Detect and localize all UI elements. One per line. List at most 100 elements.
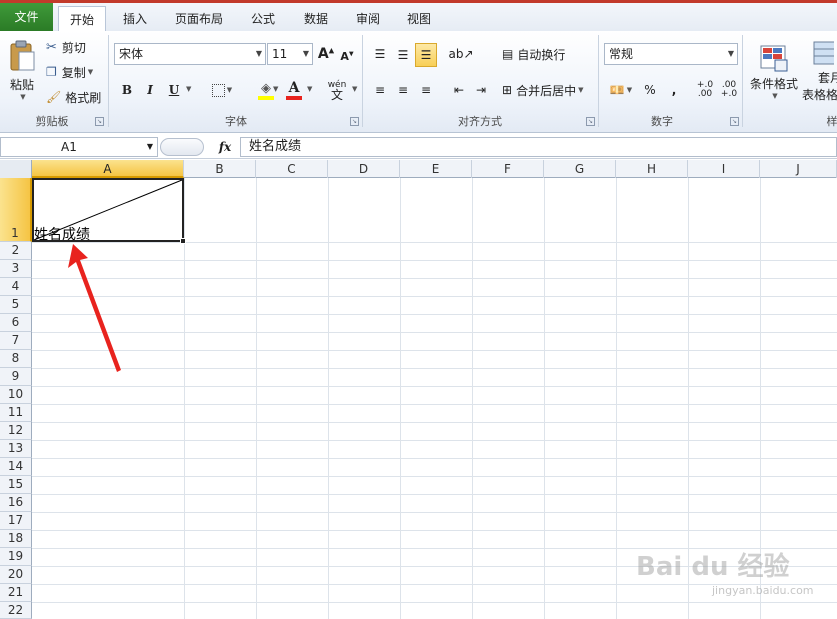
formula-bar-resize-handle[interactable] <box>160 138 204 156</box>
align-right-button[interactable]: ≡ <box>416 79 436 101</box>
row-header-2[interactable]: 2 <box>0 242 32 260</box>
align-bottom-button[interactable]: ☰ <box>415 43 437 67</box>
phonetic-button[interactable]: wén 文 <box>325 77 349 103</box>
cut-button[interactable]: ✂ 剪切 <box>46 37 86 57</box>
fill-handle[interactable] <box>180 238 186 244</box>
row-header-11[interactable]: 11 <box>0 404 32 422</box>
row-header-16[interactable]: 16 <box>0 494 32 512</box>
tab-formulas[interactable]: 公式 <box>240 6 286 32</box>
scissors-icon: ✂ <box>46 39 57 55</box>
increase-indent-button[interactable]: ⇥ <box>471 79 491 101</box>
align-center-button[interactable]: ≡ <box>393 79 413 101</box>
tab-view[interactable]: 视图 <box>396 6 442 32</box>
phonetic-dropdown-icon[interactable]: ▼ <box>352 85 357 93</box>
fill-color-dropdown-icon[interactable]: ▼ <box>273 85 278 93</box>
merge-center-button[interactable]: ⊞ 合并后居中 ▼ <box>502 79 583 101</box>
copy-button[interactable]: ❐ 复制 ▼ <box>46 62 93 82</box>
format-painter-button[interactable]: 🖌 格式刷 <box>46 87 101 107</box>
name-box-value: A1 <box>61 140 77 154</box>
orientation-button[interactable]: ab↗ <box>448 44 473 64</box>
accounting-format-button[interactable]: 💴 ▼ <box>606 79 636 101</box>
tab-review[interactable]: 审阅 <box>345 6 391 32</box>
percent-button[interactable]: % <box>641 79 659 101</box>
conditional-format-button[interactable]: 条件格式 ▼ <box>748 35 800 107</box>
row-header-7[interactable]: 7 <box>0 332 32 350</box>
font-launcher-icon[interactable]: ↘ <box>350 117 359 126</box>
column-header-e[interactable]: E <box>400 160 472 178</box>
clipboard-launcher-icon[interactable]: ↘ <box>95 117 104 126</box>
align-top-button[interactable]: ☰ <box>370 44 390 64</box>
row-header-1[interactable]: 1 <box>0 178 32 242</box>
column-header-i[interactable]: I <box>688 160 760 178</box>
row-header-18[interactable]: 18 <box>0 530 32 548</box>
row-header-14[interactable]: 14 <box>0 458 32 476</box>
alignment-launcher-icon[interactable]: ↘ <box>586 117 595 126</box>
increase-decimal-button[interactable]: +.0 .00 <box>694 79 716 101</box>
number-launcher-icon[interactable]: ↘ <box>730 117 739 126</box>
borders-icon <box>211 83 225 97</box>
decrease-decimal-button[interactable]: .00 +.0 <box>718 79 740 101</box>
column-header-a[interactable]: A <box>32 160 184 178</box>
row-header-15[interactable]: 15 <box>0 476 32 494</box>
align-left-button[interactable]: ≡ <box>370 79 390 101</box>
tab-insert[interactable]: 插入 <box>112 6 158 32</box>
copy-label: 复制 <box>61 65 86 80</box>
row-header-12[interactable]: 12 <box>0 422 32 440</box>
column-header-f[interactable]: F <box>472 160 544 178</box>
row-header-21[interactable]: 21 <box>0 584 32 602</box>
underline-dropdown-icon[interactable]: ▼ <box>186 85 191 93</box>
row-header-17[interactable]: 17 <box>0 512 32 530</box>
name-box[interactable]: A1 ▼ <box>0 137 158 157</box>
font-name-value: 宋体 <box>119 47 144 61</box>
number-format-select[interactable]: 常规 ▼ <box>604 43 738 65</box>
align-right-icon: ≡ <box>420 83 432 97</box>
align-middle-button[interactable]: ☰ <box>393 44 413 66</box>
ribbon: 粘贴 ▼ ✂ 剪切 ❐ 复制 ▼ 🖌 格式刷 剪贴板 ↘ 宋体 ▼ 11 ▼ A… <box>0 31 837 133</box>
column-header-h[interactable]: H <box>616 160 688 178</box>
tab-page-layout[interactable]: 页面布局 <box>166 6 232 32</box>
row-header-8[interactable]: 8 <box>0 350 32 368</box>
row-header-13[interactable]: 13 <box>0 440 32 458</box>
italic-button[interactable]: I <box>141 79 159 101</box>
formula-input[interactable]: 姓名成绩 <box>240 137 837 157</box>
comma-button[interactable]: , <box>666 79 682 101</box>
decrease-font-size-button[interactable]: A▼ <box>338 46 356 66</box>
select-all-button[interactable] <box>0 160 32 178</box>
row-header-10[interactable]: 10 <box>0 386 32 404</box>
font-name-select[interactable]: 宋体 ▼ <box>114 43 266 65</box>
font-color-button[interactable]: A <box>283 78 305 102</box>
paste-dropdown-icon[interactable]: ▼ <box>20 93 25 101</box>
row-header-22[interactable]: 22 <box>0 602 32 619</box>
column-header-g[interactable]: G <box>544 160 616 178</box>
column-header-j[interactable]: J <box>760 160 837 178</box>
tab-data[interactable]: 数据 <box>293 6 339 32</box>
column-header-c[interactable]: C <box>256 160 328 178</box>
row-header-6[interactable]: 6 <box>0 314 32 332</box>
column-header-d[interactable]: D <box>328 160 400 178</box>
decrease-indent-button[interactable]: ⇤ <box>449 79 469 101</box>
row-header-4[interactable]: 4 <box>0 278 32 296</box>
paste-button[interactable]: 粘贴 ▼ <box>6 35 38 105</box>
increase-font-size-button[interactable]: A▲ <box>317 44 335 64</box>
row-header-5[interactable]: 5 <box>0 296 32 314</box>
conditional-format-icon <box>760 45 788 71</box>
row-header-20[interactable]: 20 <box>0 566 32 584</box>
font-size-select[interactable]: 11 ▼ <box>267 43 313 65</box>
row-header-9[interactable]: 9 <box>0 368 32 386</box>
font-color-dropdown-icon[interactable]: ▼ <box>307 85 312 93</box>
tab-home[interactable]: 开始 <box>58 6 106 34</box>
baidu-watermark-url: jingyan.baidu.com <box>712 584 814 597</box>
group-divider <box>742 35 743 127</box>
bold-button[interactable]: B <box>118 79 136 101</box>
format-as-table-button[interactable]: 套月 表格格 <box>802 35 837 107</box>
copy-dropdown-icon[interactable]: ▼ <box>88 68 93 76</box>
insert-function-button[interactable]: fx <box>212 137 238 157</box>
row-header-19[interactable]: 19 <box>0 548 32 566</box>
chevron-down-icon: ▼ <box>578 86 584 94</box>
tab-file[interactable]: 文件 <box>0 3 53 32</box>
borders-button[interactable]: ▼ <box>207 79 237 101</box>
wrap-text-button[interactable]: ▤ 自动换行 <box>502 44 565 64</box>
column-header-b[interactable]: B <box>184 160 256 178</box>
underline-button[interactable]: U <box>164 79 184 101</box>
row-header-3[interactable]: 3 <box>0 260 32 278</box>
